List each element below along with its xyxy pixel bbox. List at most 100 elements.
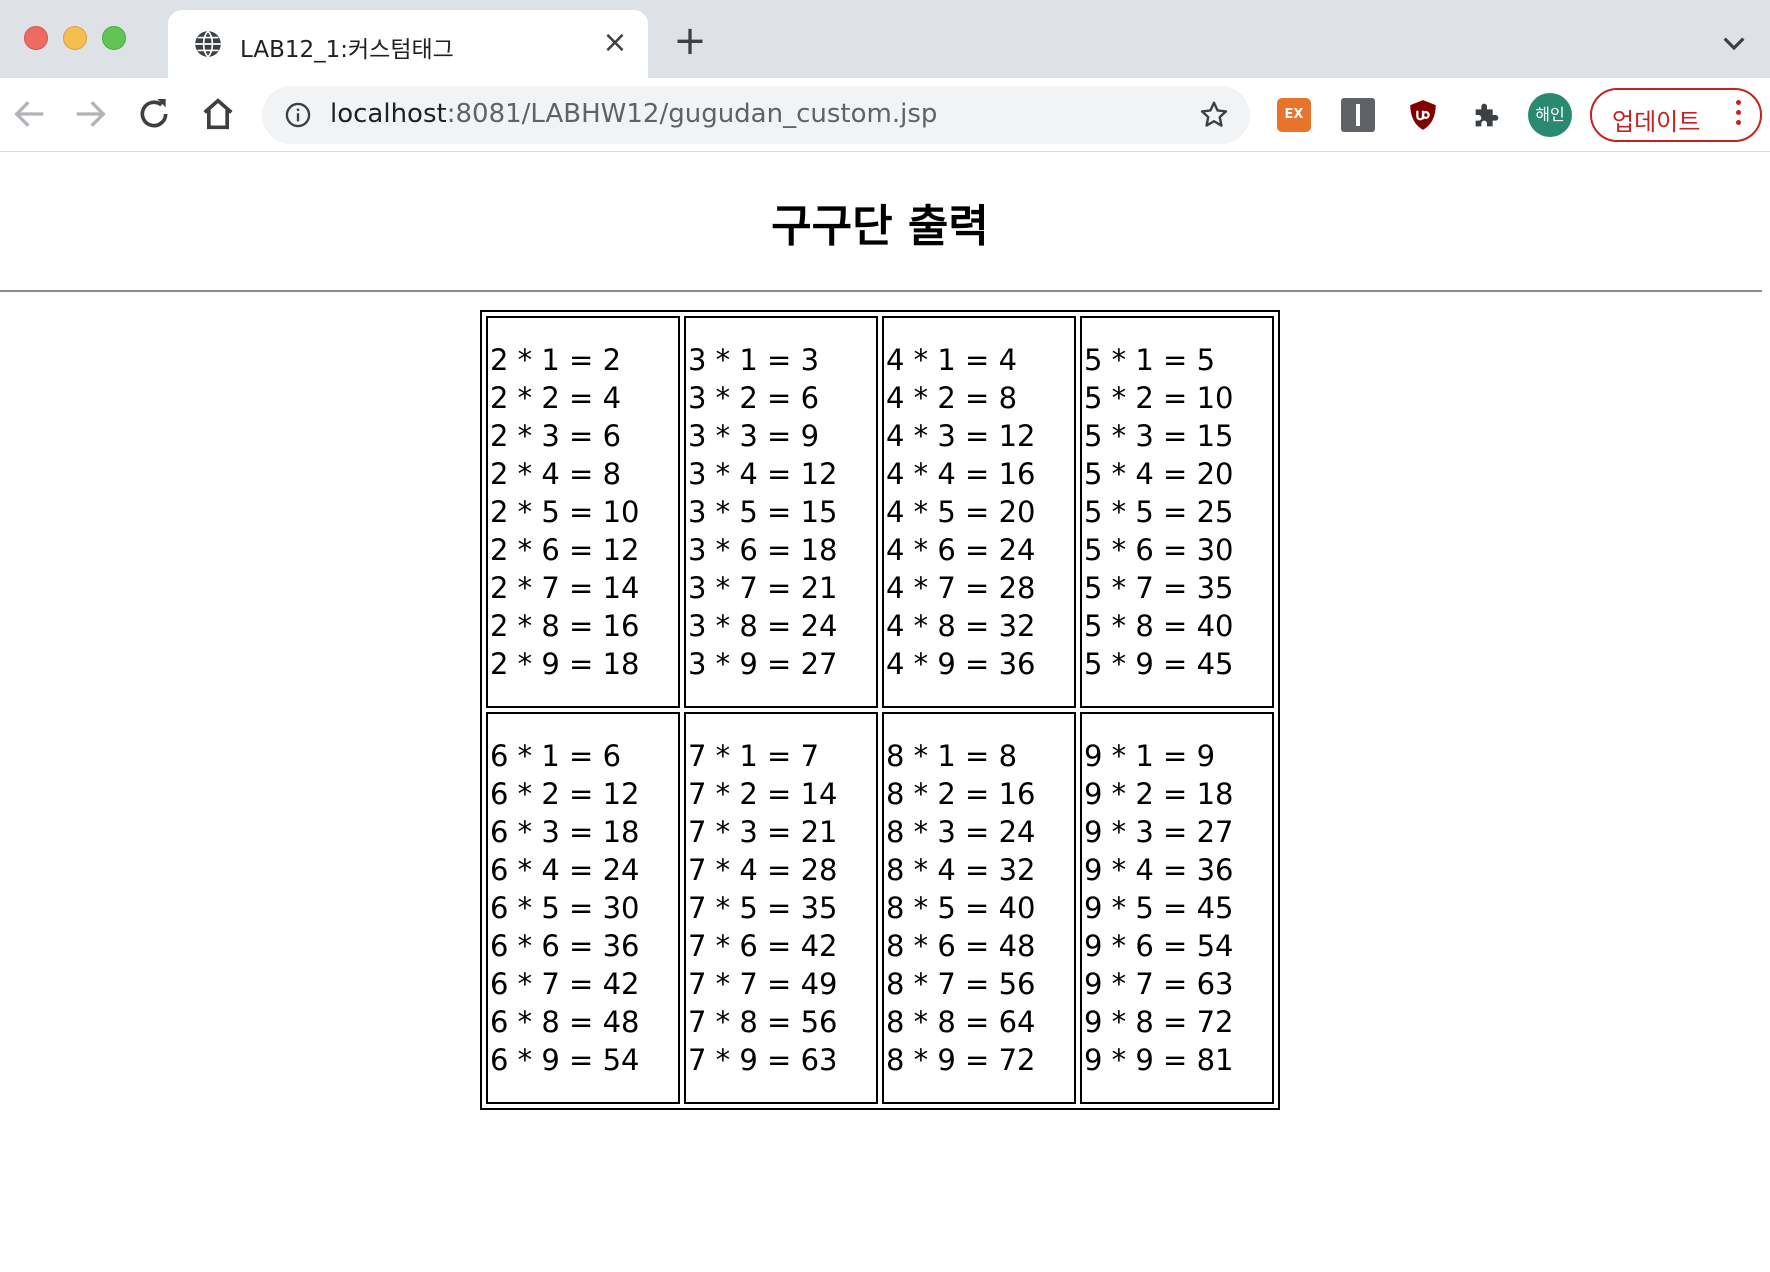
multiplication-line: 6 * 3 = 18 [490, 815, 640, 849]
times-table-cell: 6 * 1 = 6 6 * 2 = 12 6 * 3 = 18 6 * 4 = 24 6… [486, 712, 680, 1104]
multiplication-line: 2 * 6 = 12 [490, 533, 640, 567]
more-menu-icon[interactable] [1732, 100, 1744, 132]
multiplication-line: 4 * 3 = 12 [886, 419, 1036, 453]
url-text[interactable]: localhost:8081/LABHW12/gugudan_custom.js… [330, 99, 937, 129]
multiplication-line: 3 * 3 = 9 [688, 419, 820, 453]
url-host: localhost [330, 99, 447, 129]
multiplication-line: 5 * 9 = 45 [1084, 647, 1234, 681]
multiplication-line: 8 * 4 = 32 [886, 853, 1036, 887]
close-window-button[interactable] [24, 26, 48, 50]
multiplication-line: 6 * 4 = 24 [490, 853, 640, 887]
extensions-puzzle-icon[interactable] [1470, 98, 1504, 132]
multiplication-line: 2 * 1 = 2 [490, 343, 622, 377]
multiplication-line: 7 * 4 = 28 [688, 853, 838, 887]
multiplication-line: 5 * 7 = 35 [1084, 571, 1234, 605]
multiplication-line: 6 * 9 = 54 [490, 1043, 640, 1077]
multiplication-line: 6 * 5 = 30 [490, 891, 640, 925]
multiplication-line: 5 * 1 = 5 [1084, 343, 1216, 377]
multiplication-line: 6 * 7 = 42 [490, 967, 640, 1001]
multiplication-line: 5 * 8 = 40 [1084, 609, 1234, 643]
multiplication-line: 7 * 8 = 56 [688, 1005, 838, 1039]
url-path: :8081/LABHW12/gugudan_custom.jsp [446, 99, 938, 129]
home-icon[interactable] [198, 94, 238, 134]
multiplication-line: 5 * 6 = 30 [1084, 533, 1234, 567]
forward-arrow-icon[interactable] [70, 94, 110, 134]
multiplication-line: 3 * 9 = 27 [688, 647, 838, 681]
zoom-window-button[interactable] [102, 26, 126, 50]
times-table-cell: 8 * 1 = 8 8 * 2 = 16 8 * 3 = 24 8 * 4 = 32 8… [882, 712, 1076, 1104]
multiplication-line: 7 * 3 = 21 [688, 815, 838, 849]
multiplication-line: 5 * 2 = 10 [1084, 381, 1234, 415]
multiplication-line: 7 * 2 = 14 [688, 777, 838, 811]
multiplication-line: 4 * 9 = 36 [886, 647, 1036, 681]
multiplication-line: 4 * 8 = 32 [886, 609, 1036, 643]
multiplication-line: 4 * 7 = 28 [886, 571, 1036, 605]
multiplication-line: 9 * 6 = 54 [1084, 929, 1234, 963]
multiplication-line: 8 * 3 = 24 [886, 815, 1036, 849]
bookmark-star-icon[interactable] [1198, 99, 1230, 131]
multiplication-line: 3 * 8 = 24 [688, 609, 838, 643]
multiplication-line: 8 * 6 = 48 [886, 929, 1036, 963]
multiplication-line: 8 * 8 = 64 [886, 1005, 1036, 1039]
tab-close-icon[interactable]: × [600, 28, 630, 58]
multiplication-line: 9 * 7 = 63 [1084, 967, 1234, 1001]
address-bar[interactable]: localhost:8081/LABHW12/gugudan_custom.js… [262, 86, 1250, 144]
multiplication-line: 2 * 2 = 4 [490, 381, 622, 415]
ublock-shield-icon[interactable] [1406, 98, 1440, 132]
times-table-cell: 3 * 1 = 3 3 * 2 = 6 3 * 3 = 9 3 * 4 = 12 3 *… [684, 316, 878, 708]
tab-search-chevron-down-icon[interactable] [1718, 28, 1750, 60]
reload-icon[interactable] [134, 94, 174, 134]
multiplication-line: 8 * 5 = 40 [886, 891, 1036, 925]
multiplication-line: 7 * 5 = 35 [688, 891, 838, 925]
multiplication-line: 4 * 4 = 16 [886, 457, 1036, 491]
multiplication-line: 3 * 4 = 12 [688, 457, 838, 491]
back-arrow-icon[interactable] [10, 94, 50, 134]
profile-avatar[interactable]: 해인 [1528, 93, 1572, 137]
multiplication-line: 7 * 9 = 63 [688, 1043, 838, 1077]
multiplication-line: 3 * 1 = 3 [688, 343, 820, 377]
table-row: 2 * 1 = 2 2 * 2 = 4 2 * 3 = 6 2 * 4 = 8 2 * … [486, 316, 1274, 708]
tab-title: LAB12_1:커스텀태그 [240, 37, 454, 63]
multiplication-line: 4 * 5 = 20 [886, 495, 1036, 529]
multiplication-line: 6 * 6 = 36 [490, 929, 640, 963]
multiplication-line: 6 * 1 = 6 [490, 739, 622, 773]
multiplication-line: 8 * 2 = 16 [886, 777, 1036, 811]
multiplication-line: 9 * 3 = 27 [1084, 815, 1234, 849]
multiplication-line: 3 * 5 = 15 [688, 495, 838, 529]
multiplication-line: 6 * 8 = 48 [490, 1005, 640, 1039]
minimize-window-button[interactable] [63, 26, 87, 50]
multiplication-line: 4 * 6 = 24 [886, 533, 1036, 567]
times-table-cell: 9 * 1 = 9 9 * 2 = 18 9 * 3 = 27 9 * 4 = 36 9… [1080, 712, 1274, 1104]
multiplication-line: 5 * 3 = 15 [1084, 419, 1234, 453]
multiplication-line: 8 * 1 = 8 [886, 739, 1018, 773]
times-table-cell: 2 * 1 = 2 2 * 2 = 4 2 * 3 = 6 2 * 4 = 8 2 * … [486, 316, 680, 708]
ex-extension-icon[interactable]: EX [1277, 98, 1311, 132]
table-row: 6 * 1 = 6 6 * 2 = 12 6 * 3 = 18 6 * 4 = 24 6… [486, 712, 1274, 1104]
multiplication-line: 4 * 1 = 4 [886, 343, 1018, 377]
new-tab-button[interactable]: + [672, 21, 708, 61]
multiplication-line: 5 * 4 = 20 [1084, 457, 1234, 491]
multiplication-table: 2 * 1 = 2 2 * 2 = 4 2 * 3 = 6 2 * 4 = 8 2 * … [480, 310, 1280, 1110]
browser-tab[interactable]: LAB12_1:커스텀태그 × [168, 10, 648, 78]
multiplication-line: 7 * 6 = 42 [688, 929, 838, 963]
multiplication-line: 5 * 5 = 25 [1084, 495, 1234, 529]
multiplication-line: 7 * 1 = 7 [688, 739, 820, 773]
times-table-cell: 5 * 1 = 5 5 * 2 = 10 5 * 3 = 15 5 * 4 = 20 5… [1080, 316, 1274, 708]
reader-extension-icon[interactable] [1341, 98, 1375, 132]
page-content: 구구단 출력 2 * 1 = 2 2 * 2 = 4 2 * 3 = 6 2 * 4 … [0, 152, 1770, 1272]
multiplication-line: 2 * 8 = 16 [490, 609, 640, 643]
times-table-cell: 7 * 1 = 7 7 * 2 = 14 7 * 3 = 21 7 * 4 = 28 7… [684, 712, 878, 1104]
multiplication-line: 9 * 2 = 18 [1084, 777, 1234, 811]
multiplication-line: 7 * 7 = 49 [688, 967, 838, 1001]
tab-strip: LAB12_1:커스텀태그 × + [0, 0, 1770, 78]
horizontal-rule [0, 290, 1762, 292]
multiplication-line: 9 * 1 = 9 [1084, 739, 1216, 773]
multiplication-line: 9 * 9 = 81 [1084, 1043, 1234, 1077]
multiplication-line: 9 * 8 = 72 [1084, 1005, 1234, 1039]
multiplication-line: 3 * 7 = 21 [688, 571, 838, 605]
multiplication-line: 2 * 4 = 8 [490, 457, 622, 491]
multiplication-line: 8 * 7 = 56 [886, 967, 1036, 1001]
update-button[interactable]: 업데이트 [1590, 88, 1762, 142]
site-info-icon[interactable] [284, 101, 312, 129]
multiplication-line: 2 * 3 = 6 [490, 419, 622, 453]
